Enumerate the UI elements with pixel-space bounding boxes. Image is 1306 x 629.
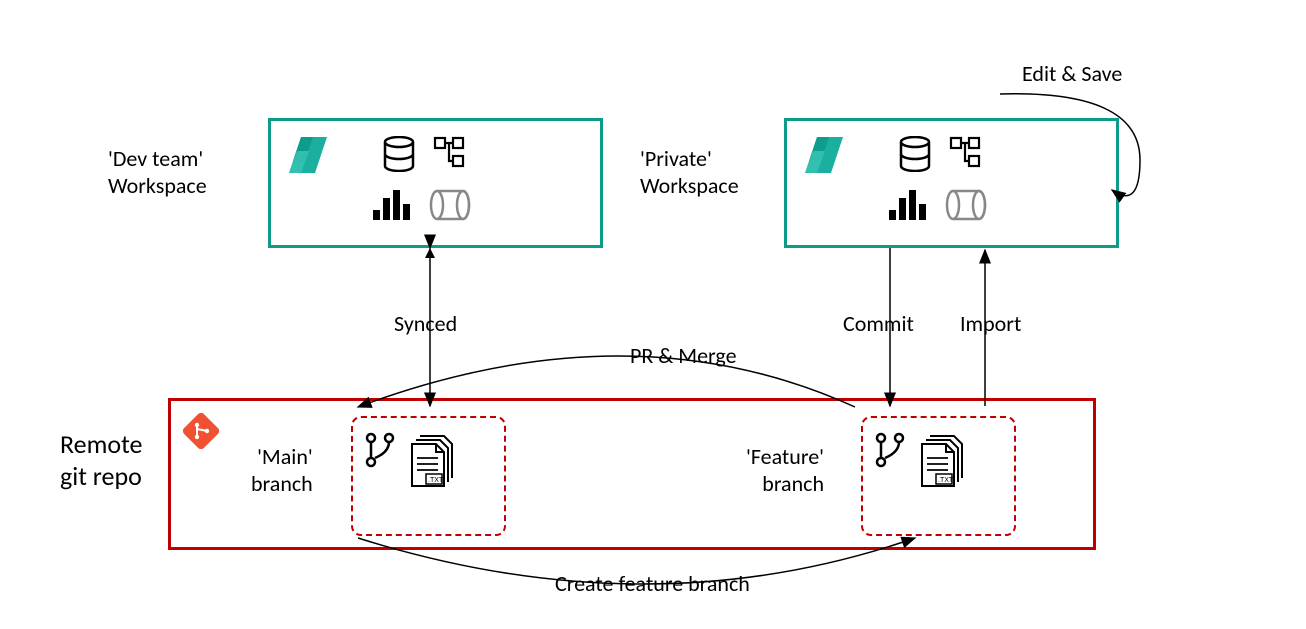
pr-merge-label: PR & Merge [630, 342, 737, 369]
edit-save-arrow [980, 80, 1170, 220]
file-stack-icon [408, 440, 478, 510]
fabric-icon [799, 133, 847, 181]
feature-branch-label-line2: branch [746, 470, 824, 497]
remote-git-repo-label-line2: git repo [60, 460, 142, 492]
private-workspace-label: 'Private' Workspace [640, 145, 739, 199]
remote-git-repo-label-line1: Remote [60, 428, 142, 460]
workspace-items-group [381, 136, 521, 231]
create-feature-branch-label: Create feature branch [555, 570, 750, 597]
dev-team-workspace-box [268, 118, 603, 248]
private-workspace-label-line2: Workspace [640, 172, 739, 199]
pr-merge-arrow [350, 335, 870, 425]
commit-label: Commit [843, 310, 914, 337]
main-branch-box [351, 416, 506, 536]
fabric-icon [283, 133, 331, 181]
branch-fork-icon [873, 430, 907, 470]
remote-git-repo-label: Remote git repo [60, 428, 142, 492]
import-label: Import [960, 310, 1021, 337]
file-stack-icon [918, 440, 988, 510]
main-branch-label-line2: branch [251, 470, 313, 497]
database-icon [381, 136, 417, 172]
synced-arrow-top-head [420, 246, 450, 260]
main-branch-label-line1: 'Main' [251, 443, 313, 470]
bar-chart-icon [887, 188, 929, 222]
dev-team-workspace-label-line1: 'Dev team' [108, 145, 207, 172]
feature-branch-label-line1: 'Feature' [746, 443, 824, 470]
database-icon [897, 136, 933, 172]
private-workspace-label-line1: 'Private' [640, 145, 739, 172]
dev-team-workspace-label: 'Dev team' Workspace [108, 145, 207, 199]
dev-team-workspace-label-line2: Workspace [108, 172, 207, 199]
feature-branch-box [861, 416, 1016, 536]
main-branch-label: 'Main' branch [251, 443, 313, 497]
branch-fork-icon [363, 430, 397, 470]
lens-icon [427, 188, 473, 222]
pipeline-icon [433, 136, 465, 168]
pipeline-icon [949, 136, 981, 168]
feature-branch-label: 'Feature' branch [746, 443, 824, 497]
synced-label: Synced [394, 310, 457, 337]
bar-chart-icon [371, 188, 413, 222]
git-icon [181, 411, 221, 451]
